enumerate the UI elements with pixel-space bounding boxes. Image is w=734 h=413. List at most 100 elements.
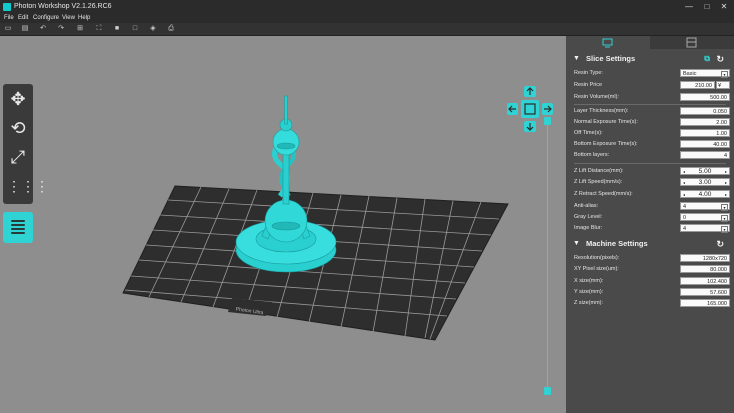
layer-thickness-input[interactable]: 0.050 (680, 107, 730, 115)
normal-exposure-input[interactable]: 2.00 (680, 118, 730, 126)
layer-button[interactable] (3, 212, 33, 243)
reset-icon[interactable]: ↻ (716, 238, 724, 250)
resin-price-input[interactable]: 210.00 (680, 81, 715, 89)
slice-icon[interactable]: ◈ (149, 25, 157, 33)
auto-layout-icon[interactable]: ⊞ (76, 25, 84, 33)
collapse-arrow-icon[interactable]: ▼ (573, 238, 580, 250)
machine-settings-header[interactable]: ▼ Machine Settings ↻ (566, 238, 734, 250)
z-lift-distance-spinner[interactable]: ◂ 5.00 ▸ (680, 167, 730, 175)
y-size-label: Y size(mm): (574, 289, 604, 295)
settings-panel: ▼ Slice Settings ⧉ ↻ Resin Type: Basic ▾ … (566, 36, 734, 413)
y-size-value: 57.600 (680, 288, 730, 296)
z-lift-distance-row: Z Lift Distance(mm): ◂ 5.00 ▸ (574, 167, 730, 176)
edit-preset-icon[interactable]: ⧉ (704, 53, 710, 65)
z-lift-speed-row: Z Lift Speed(mm/s): ◂ 3.00 ▸ (574, 178, 730, 187)
title-bar: Photon Workshop V2.1.26.RC6 — □ ✕ (0, 0, 734, 14)
grid-icon[interactable]: ⋮⋮⋮ (7, 175, 49, 197)
z-size-value: 165.000 (680, 299, 730, 307)
chevron-down-icon: ▾ (721, 71, 728, 78)
bottom-layers-row: Bottom layers: 4 (574, 151, 730, 160)
layer-slider[interactable] (544, 117, 551, 395)
resin-type-select[interactable]: Basic ▾ (680, 69, 730, 78)
currency-select[interactable]: ¥ (716, 81, 730, 89)
layer-slider-top-handle[interactable] (544, 117, 551, 125)
chevron-down-icon: ▾ (721, 226, 728, 233)
image-blur-row: Image Blur: 4 ▾ (574, 224, 730, 233)
decrement-icon[interactable]: ◂ (683, 191, 685, 199)
decrement-icon[interactable]: ◂ (683, 179, 685, 187)
z-lift-speed-label: Z Lift Speed(mm/s): (574, 179, 623, 185)
bottom-exposure-input[interactable]: 40.00 (680, 140, 730, 148)
print-icon[interactable]: ⎙ (167, 25, 175, 33)
undo-icon[interactable]: ↶ (39, 25, 47, 33)
resin-price-label: Resin Price (574, 82, 603, 88)
bottom-layers-input[interactable]: 4 (680, 151, 730, 159)
increment-icon[interactable]: ▸ (725, 191, 727, 199)
x-size-value: 102.400 (680, 277, 730, 285)
decrement-icon[interactable]: ◂ (683, 168, 685, 176)
scale-icon[interactable]: ⤢ (7, 146, 29, 168)
normal-exposure-label: Normal Exposure Time(s): (574, 119, 638, 125)
increment-icon[interactable]: ▸ (725, 168, 727, 176)
wire-view-icon[interactable]: □ (131, 25, 139, 33)
bottom-exposure-label: Bottom Exposure Time(s): (574, 141, 638, 147)
close-button[interactable]: ✕ (717, 0, 731, 14)
resin-volume-label: Resin Volume(ml): (574, 94, 619, 100)
menu-configure[interactable]: Configure (33, 14, 59, 23)
fullscreen-icon[interactable]: ⛶ (95, 25, 103, 33)
reset-icon[interactable]: ↻ (716, 53, 724, 65)
printer-icon (686, 37, 697, 48)
rotate-icon[interactable]: ⟲ (7, 117, 29, 139)
x-size-label: X size(mm): (574, 278, 604, 284)
off-time-label: Off Time(s): (574, 130, 603, 136)
tab-machine[interactable] (650, 36, 734, 49)
menu-help[interactable]: Help (78, 14, 90, 23)
solid-view-icon[interactable]: ■ (113, 25, 121, 33)
resin-volume-row: Resin Volume(ml): 500.00 (574, 93, 730, 102)
xy-pixel-value: 80.000 (680, 265, 730, 273)
off-time-row: Off Time(s): 1.00 (574, 129, 730, 138)
layer-slider-bottom-handle[interactable] (544, 387, 551, 395)
menu-edit[interactable]: Edit (18, 14, 28, 23)
bottom-layers-label: Bottom layers: (574, 152, 610, 158)
z-lift-speed-spinner[interactable]: ◂ 3.00 ▸ (680, 178, 730, 186)
resin-price-field[interactable]: 210.00 ¥ (680, 81, 730, 89)
xy-pixel-row: XY Pixel size(um): 80.000 (574, 265, 730, 274)
collapse-arrow-icon[interactable]: ▼ (573, 53, 580, 65)
bottom-exposure-row: Bottom Exposure Time(s): 40.00 (574, 140, 730, 149)
redo-icon[interactable]: ↷ (57, 25, 65, 33)
anti-alias-select[interactable]: 4 ▾ (680, 202, 730, 211)
minimize-button[interactable]: — (682, 0, 696, 14)
off-time-input[interactable]: 1.00 (680, 129, 730, 137)
resin-type-row: Resin Type: Basic ▾ (574, 69, 730, 78)
machine-settings-title: Machine Settings (586, 239, 648, 248)
gray-level-label: Gray Level: (574, 214, 603, 220)
open-icon[interactable]: ▭ (4, 25, 12, 33)
resin-price-row: Resin Price 210.00 ¥ (574, 81, 730, 90)
3d-viewport[interactable]: Photon Ultra ✥ ⟲ ⤢ ⋮⋮⋮ (0, 36, 566, 413)
tab-slice-settings[interactable] (566, 36, 650, 49)
increment-icon[interactable]: ▸ (725, 179, 727, 187)
save-icon[interactable]: ▤ (21, 25, 29, 33)
3d-model[interactable] (235, 95, 337, 273)
resin-volume-input[interactable]: 500.00 (680, 93, 730, 101)
resolution-row: Resolution(pixels): 1280x720 (574, 254, 730, 263)
x-size-row: X size(mm): 102.400 (574, 277, 730, 286)
menu-file[interactable]: File (4, 14, 14, 23)
z-size-label: Z size(mm): (574, 300, 604, 306)
monitor-icon (602, 38, 613, 48)
maximize-button[interactable]: □ (700, 0, 714, 14)
app-logo-icon (3, 3, 11, 11)
image-blur-select[interactable]: 4 ▾ (680, 224, 730, 233)
chevron-down-icon: ▾ (721, 215, 728, 222)
menu-view[interactable]: View (62, 14, 75, 23)
gray-level-select[interactable]: 0 ▾ (680, 213, 730, 222)
z-retract-speed-spinner[interactable]: ◂ 4.00 ▸ (680, 190, 730, 198)
layer-icon (11, 220, 25, 234)
slice-settings-header[interactable]: ▼ Slice Settings ⧉ ↻ (566, 53, 734, 65)
z-retract-speed-row: Z Retract Speed(mm/s): ◂ 4.00 ▸ (574, 190, 730, 199)
normal-exposure-row: Normal Exposure Time(s): 2.00 (574, 118, 730, 127)
move-icon[interactable]: ✥ (7, 88, 29, 110)
panel-tabs (566, 36, 734, 49)
anti-alias-row: Anti-alias: 4 ▾ (574, 202, 730, 211)
